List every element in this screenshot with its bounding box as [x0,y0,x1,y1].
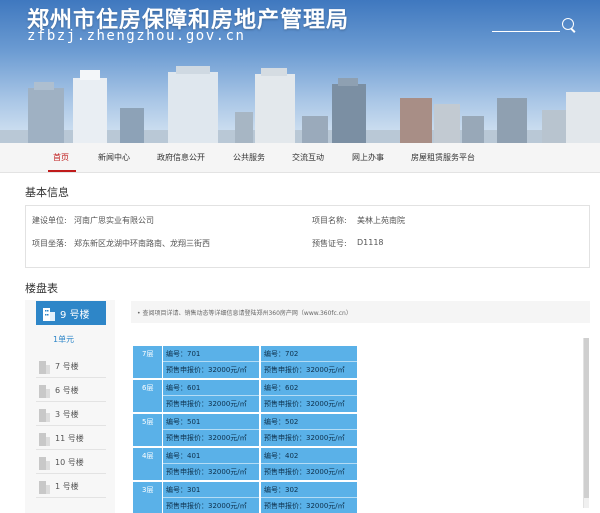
nav-item-news[interactable]: 新闻中心 [98,143,130,173]
building-tab-label: 3 号楼 [55,410,79,419]
building-table-title: 楼盘表 [25,282,58,295]
unit-cell[interactable]: 编号：601 预售申报价：32000元/㎡ [163,380,259,412]
building-tab-label: 1 号楼 [55,482,79,491]
unit-price: 预售申报价：32000元/㎡ [264,434,345,442]
scrollbar-thumb[interactable] [584,338,589,498]
main-nav: 首页 新闻中心 政府信息公开 公共服务 交流互动 网上办事 房屋租赁服务平台 [0,143,600,173]
project-name-label: 项目名称: [312,216,347,225]
nav-item-online-service[interactable]: 网上办事 [352,143,384,173]
nav-active-indicator [48,170,76,172]
unit-number: 编号：601 [166,384,201,392]
floor-label: 5层 [133,414,162,446]
unit-price: 预售申报价：32000元/㎡ [166,400,247,408]
unit-number: 编号：301 [166,486,201,494]
building-tab-6[interactable]: 6 号楼 [36,379,106,402]
building-tab-3[interactable]: 3 号楼 [36,403,106,426]
notice-text-content: 查阅项目详请、销售动态等详细信息请登陆郑州360房产网（www.360fc.cn… [142,310,352,317]
unit-cell[interactable]: 编号：702 预售申报价：32000元/㎡ [261,346,357,378]
unit-number: 编号：401 [166,452,201,460]
header-banner: 郑州市住房保障和房地产管理局 zfbzj.zhengzhou.gov.cn [0,0,600,143]
building-tab-10[interactable]: 10 号楼 [36,451,106,474]
unit-cell[interactable]: 编号：701 预售申报价：32000元/㎡ [163,346,259,378]
unit-price: 预售申报价：32000元/㎡ [264,400,345,408]
building-icon [39,361,50,374]
unit-price: 预售申报价：32000元/㎡ [264,366,345,374]
nav-item-home[interactable]: 首页 [53,143,69,173]
builder-value: 河南广思实业有限公司 [74,216,154,225]
building-tab-1[interactable]: 1 号楼 [36,475,106,498]
city-skyline-image [0,66,600,143]
building-tab-7[interactable]: 7 号楼 [36,355,106,378]
unit-number: 编号：302 [264,486,299,494]
builder-label: 建设单位: [32,216,67,225]
unit-link[interactable]: 1单元 [53,334,74,345]
site-domain: zfbzj.zhengzhou.gov.cn [27,28,246,44]
unit-number: 编号：702 [264,350,299,358]
location-label: 项目坐落: [32,239,67,248]
unit-number: 编号：402 [264,452,299,460]
scrollbar[interactable] [583,338,589,508]
unit-price: 预售申报价：32000元/㎡ [166,366,247,374]
nav-item-public-service[interactable]: 公共服务 [233,143,265,173]
unit-number: 编号：701 [166,350,201,358]
building-tab-active-label: 9 号楼 [60,310,90,321]
unit-number: 编号：602 [264,384,299,392]
building-icon [39,409,50,422]
floor-label: 3层 [133,482,162,513]
building-icon [39,433,50,446]
building-icon [39,457,50,470]
building-tab-label: 7 号楼 [55,362,79,371]
building-icon [39,481,50,494]
floor-label: 6层 [133,380,162,412]
building-tab-11[interactable]: 11 号楼 [36,427,106,450]
unit-cell[interactable]: 编号：402 预售申报价：32000元/㎡ [261,448,357,480]
notice-text: • 查阅项目详请、销售动态等详细信息请登陆郑州360房产网（www.360fc.… [137,310,352,317]
permit-label: 预售证号: [312,239,347,248]
floor-label: 7层 [133,346,162,378]
unit-price: 预售申报价：32000元/㎡ [166,468,247,476]
unit-price: 预售申报价：32000元/㎡ [264,468,345,476]
nav-item-gov-info[interactable]: 政府信息公开 [157,143,205,173]
unit-cell[interactable]: 编号：501 预售申报价：32000元/㎡ [163,414,259,446]
unit-number: 编号：501 [166,418,201,426]
nav-item-interaction[interactable]: 交流互动 [292,143,324,173]
search-icon[interactable] [562,18,574,30]
project-name-value: 美林上苑南院 [357,216,405,225]
building-tab-label: 10 号楼 [55,458,84,467]
building-tab-label: 6 号楼 [55,386,79,395]
unit-price: 预售申报价：32000元/㎡ [264,502,345,510]
building-tab-active[interactable]: 9 号楼 [36,301,106,325]
unit-cell[interactable]: 编号：401 预售申报价：32000元/㎡ [163,448,259,480]
unit-number: 编号：502 [264,418,299,426]
building-tab-label: 11 号楼 [55,434,84,443]
unit-price: 预售申报价：32000元/㎡ [166,434,247,442]
unit-cell[interactable]: 编号：301 预售申报价：32000元/㎡ [163,482,259,513]
unit-cell[interactable]: 编号：602 预售申报价：32000元/㎡ [261,380,357,412]
building-icon [39,385,50,398]
floor-label: 4层 [133,448,162,480]
nav-item-rental-platform[interactable]: 房屋租赁服务平台 [411,143,475,173]
location-value: 郑东新区龙湖中环南路南、龙翔三街西 [74,239,210,248]
unit-cell[interactable]: 编号：502 预售申报价：32000元/㎡ [261,414,357,446]
unit-price: 预售申报价：32000元/㎡ [166,502,247,510]
unit-cell[interactable]: 编号：302 预售申报价：32000元/㎡ [261,482,357,513]
basic-info-title: 基本信息 [25,186,69,199]
search-input[interactable] [492,31,560,32]
building-icon [43,308,55,321]
permit-value: D1118 [357,238,384,247]
